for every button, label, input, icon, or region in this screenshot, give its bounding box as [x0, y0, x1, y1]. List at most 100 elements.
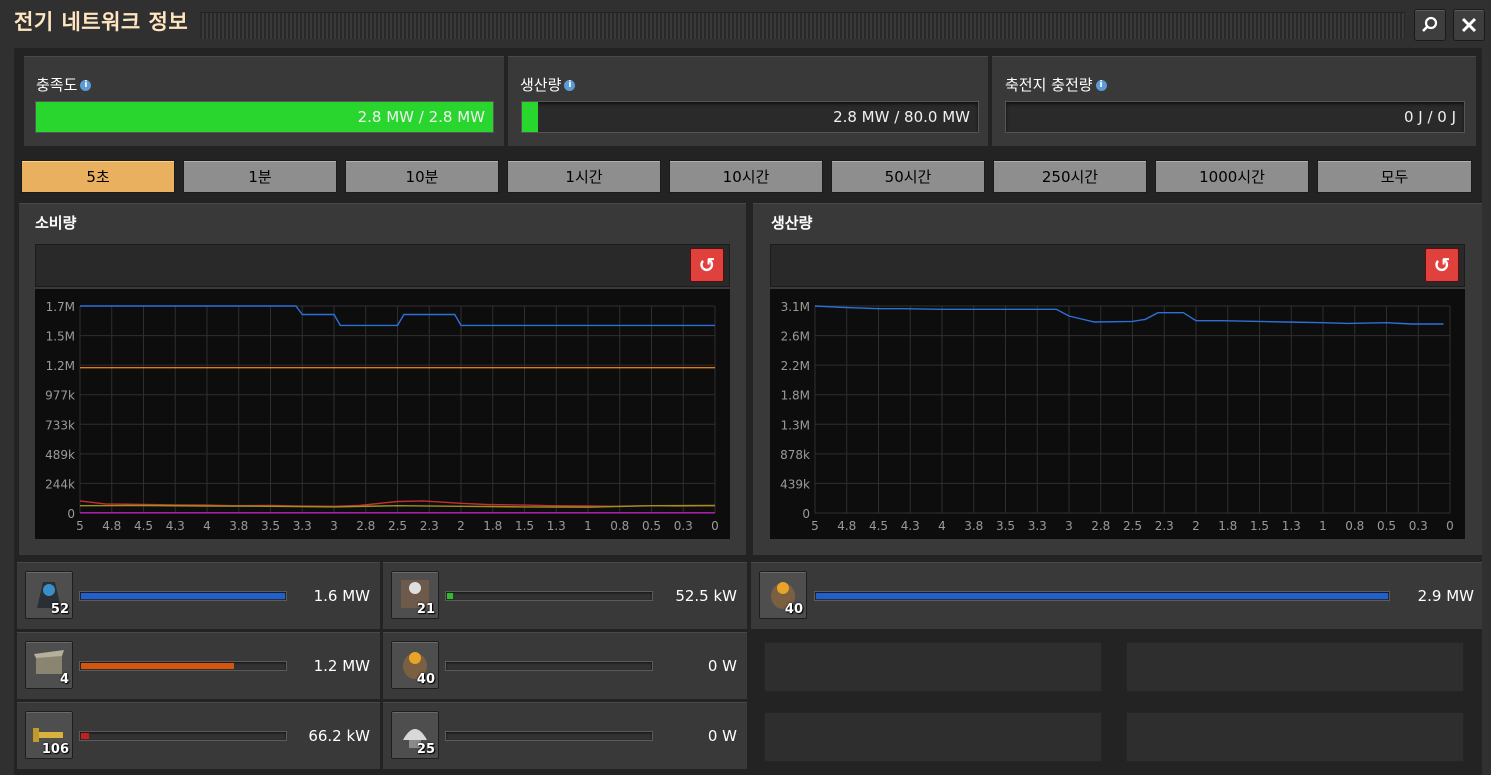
tab-1h[interactable]: 1시간 [507, 160, 661, 193]
consumption-y-tick-label: 733k [45, 418, 75, 432]
roboport-icon-button[interactable]: 4 [25, 641, 73, 689]
info-icon[interactable]: i [80, 80, 92, 91]
production-x-tick-label: 0.3 [1409, 519, 1428, 533]
power-usage-bar [79, 661, 287, 671]
consumption-chart: 1.7M 1.5M 1.2M 977k 733k 489k 244k 0 5 4.8 4.5 4.3 4… [35, 289, 730, 539]
production-series-line-0 [814, 305, 1444, 325]
entity-count: 106 [41, 742, 69, 757]
entity-count: 40 [416, 672, 435, 687]
production-x-tick-label: 2.3 [1155, 519, 1174, 533]
search-button[interactable] [1414, 9, 1446, 41]
tab-all[interactable]: 모두 [1317, 160, 1472, 193]
consumer-entity-row[interactable]: 106 66.2 kW [17, 702, 380, 769]
close-button[interactable] [1453, 9, 1485, 41]
production-x-tick-label: 3.3 [1028, 519, 1047, 533]
production-y-tick-label: 0 [802, 507, 810, 521]
magnifier-icon [1422, 16, 1438, 32]
consumer-entity-row[interactable]: 52 1.6 MW [17, 562, 380, 629]
consumption-title: 소비량 [35, 214, 77, 232]
production-y-tick-label: 2.2M [781, 359, 810, 373]
production-graph-title: 생산량 [771, 214, 813, 232]
consumption-x-tick-label: 0.5 [642, 519, 661, 533]
producer-entity-row[interactable]: 40 2.9 MW [751, 562, 1482, 629]
power-usage-bar [445, 731, 653, 741]
power-usage-bar [445, 591, 653, 601]
consumption-y-tick-label: 244k [45, 477, 75, 491]
consumption-y-tick-label: 489k [45, 448, 75, 462]
production-x-tick-label: 4.5 [869, 519, 888, 533]
production-x-tick-label: 2.8 [1091, 519, 1110, 533]
consumption-graph-panel: 소비량 ↺ 1.7M 1.5M 1.2M 977k 733k 489k 244k 0 5 4.8 4… [19, 203, 746, 555]
entity-count: 52 [50, 602, 69, 617]
entity-count: 40 [784, 602, 803, 617]
satisfaction-bar: 2.8 MW / 2.8 MW [35, 101, 494, 133]
production-bar: 2.8 MW / 80.0 MW [521, 101, 979, 133]
info-icon[interactable]: i [1095, 80, 1107, 91]
power-value: 1.2 MW [313, 657, 370, 675]
production-y-tick-label: 1.8M [781, 389, 810, 403]
tab-5s[interactable]: 5초 [21, 160, 175, 193]
consumption-x-tick-label: 3.5 [261, 519, 280, 533]
steam-engine-icon-button[interactable]: 40 [391, 641, 439, 689]
production-y-tick-label: 1.3M [781, 418, 810, 432]
production-y-tick-label: 3.1M [781, 300, 810, 314]
production-x-tick-label: 0 [1446, 519, 1454, 533]
title-drag-handle[interactable] [200, 12, 1405, 39]
empty-slot [1126, 712, 1464, 762]
consumption-reset-button[interactable]: ↺ [690, 248, 724, 282]
power-usage-bar-fill [81, 733, 90, 739]
info-icon[interactable]: i [564, 80, 576, 91]
accumulator-bar: 0 J / 0 J [1005, 101, 1465, 133]
tab-10m[interactable]: 10분 [345, 160, 499, 193]
empty-slot [764, 642, 1102, 692]
assembling-machine-icon-button[interactable]: 21 [391, 571, 439, 619]
tab-50h[interactable]: 50시간 [831, 160, 985, 193]
production-x-tick-label: 1.8 [1218, 519, 1237, 533]
consumer-entity-row[interactable]: 21 52.5 kW [383, 562, 747, 629]
entity-count: 21 [416, 602, 435, 617]
production-x-tick-label: 3.5 [996, 519, 1015, 533]
consumer-entity-row[interactable]: 40 0 W [383, 632, 747, 699]
tab-1m[interactable]: 1분 [183, 160, 337, 193]
production-y-tick-label: 878k [780, 448, 810, 462]
inserter-icon-button[interactable]: 106 [25, 711, 73, 759]
power-usage-bar-fill [816, 593, 1388, 599]
tab-1000h[interactable]: 1000시간 [1155, 160, 1309, 193]
consumption-y-tick-label: 1.2M [46, 359, 75, 373]
production-x-tick-label: 1 [1319, 519, 1327, 533]
accumulator-label: 축전지 충전량 i [1005, 74, 1107, 95]
production-x-tick-label: 0.5 [1377, 519, 1396, 533]
consumption-x-tick-label: 2.5 [388, 519, 407, 533]
consumption-legend [35, 244, 730, 287]
consumption-x-tick-label: 0 [711, 519, 719, 533]
reset-icon: ↺ [698, 253, 716, 277]
production-legend [770, 244, 1465, 287]
window-title: 전기 네트워크 정보 [14, 10, 189, 34]
consumer-entity-row[interactable]: 25 0 W [383, 702, 747, 769]
consumption-x-tick-label: 3 [330, 519, 338, 533]
consumption-x-tick-label: 1.5 [515, 519, 534, 533]
satisfaction-panel: 충족도 i 2.8 MW / 2.8 MW [24, 56, 504, 146]
production-x-tick-label: 0.8 [1345, 519, 1364, 533]
consumption-x-tick-label: 4 [203, 519, 211, 533]
radar-icon-button[interactable]: 25 [391, 711, 439, 759]
production-x-tick-label: 4.8 [837, 519, 856, 533]
consumption-x-tick-label: 0.8 [610, 519, 629, 533]
consumption-y-tick-label: 0 [67, 507, 75, 521]
reset-icon: ↺ [1433, 253, 1451, 277]
tab-250h[interactable]: 250시간 [993, 160, 1147, 193]
empty-slot [764, 712, 1102, 762]
power-value: 52.5 kW [675, 587, 737, 605]
steam-engine-icon-button[interactable]: 40 [759, 571, 807, 619]
consumption-chart-svg: 1.7M1.5M1.2M977k733k489k244k05 4.8 4.5 4.3 4… [45, 300, 719, 533]
consumer-entity-row[interactable]: 4 1.2 MW [17, 632, 380, 699]
production-x-tick-label: 2.5 [1123, 519, 1142, 533]
production-y-tick-label: 439k [780, 477, 810, 491]
tab-10h[interactable]: 10시간 [669, 160, 823, 193]
production-reset-button[interactable]: ↺ [1425, 248, 1459, 282]
power-usage-bar [79, 591, 287, 601]
power-usage-bar [814, 591, 1390, 601]
production-x-tick-label: 4.3 [901, 519, 920, 533]
lab-icon-button[interactable]: 52 [25, 571, 73, 619]
power-usage-bar-fill [81, 593, 285, 599]
